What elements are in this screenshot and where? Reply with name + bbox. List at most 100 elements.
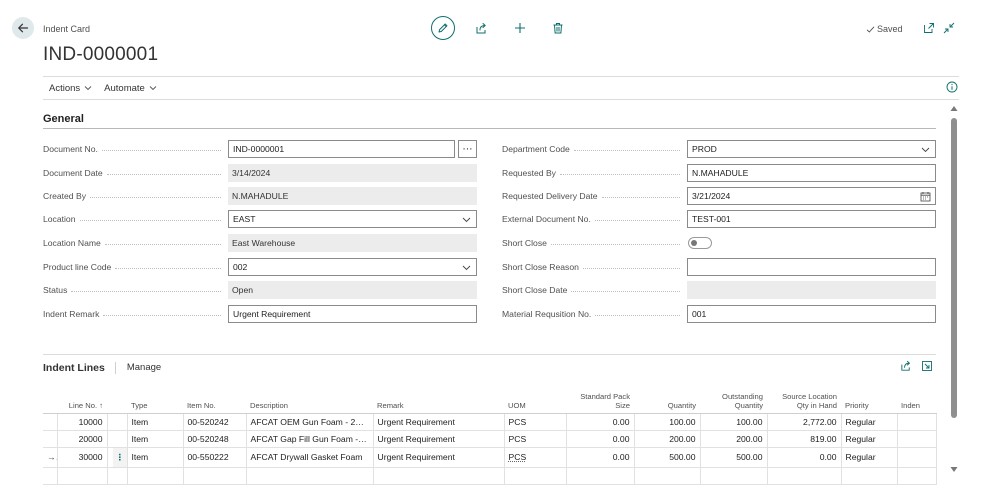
external-document-no-label: External Document No. — [502, 214, 591, 224]
cell-uom[interactable]: PCS — [504, 413, 567, 431]
scroll-up-icon[interactable] — [950, 105, 958, 112]
created-by-label: Created By — [43, 191, 86, 201]
document-date-label-row: Document Date — [43, 164, 225, 182]
cell-remark[interactable]: Urgent Requirement — [373, 413, 505, 431]
cell-quantity[interactable]: 100.00 — [634, 413, 701, 431]
cell-uom[interactable]: PCS — [504, 447, 567, 468]
automate-menu[interactable]: Automate — [104, 83, 157, 94]
cell-remark[interactable]: Urgent Requirement — [373, 447, 505, 468]
material-requisition-no-input[interactable]: 001 — [687, 305, 936, 323]
outstanding-line1: Outstanding — [722, 391, 763, 401]
location-select[interactable]: EAST — [228, 210, 477, 228]
material-requisition-no-label: Material Requsition No. — [502, 309, 592, 319]
cell-description[interactable]: AFCAT OEM Gun Foam - 24oz ... — [246, 413, 374, 431]
indent-remark-input[interactable]: Urgent Requirement — [228, 305, 477, 323]
info-button[interactable] — [946, 81, 958, 93]
row-indicator-arrow-icon: → — [43, 447, 58, 468]
cell-description[interactable]: AFCAT Gap Fill Gun Foam - 24... — [246, 430, 374, 448]
edit-button[interactable] — [431, 16, 455, 40]
actions-menu[interactable]: Actions — [49, 83, 92, 94]
requested-delivery-date-input[interactable]: 3/21/2024 — [687, 187, 936, 205]
short-close-reason-label: Short Close Reason — [502, 262, 579, 272]
table-row-selected[interactable]: → 30000 ⋮ Item 00-550222 AFCAT Drywall G… — [43, 447, 937, 468]
share-button[interactable] — [474, 21, 488, 35]
cell-standard-pack-size[interactable]: 0.00 — [566, 413, 635, 431]
cell-type[interactable]: Item — [127, 447, 184, 468]
cell-standard-pack-size[interactable]: 0.00 — [566, 430, 635, 448]
cell-priority[interactable]: Regular — [841, 430, 898, 448]
column-header-type[interactable]: Type — [127, 389, 183, 414]
cell-qty-in-hand-link[interactable]: 819.00 — [767, 430, 842, 448]
column-header-standard-pack-size[interactable]: Standard Pack Size — [566, 389, 634, 414]
cell-remark[interactable]: Urgent Requirement — [373, 430, 505, 448]
column-header-uom[interactable]: UOM — [504, 389, 566, 414]
column-header-priority[interactable]: Priority — [841, 389, 897, 414]
trash-icon — [553, 23, 563, 34]
short-close-label: Short Close — [502, 238, 547, 248]
external-document-no-input[interactable]: TEST-001 — [687, 210, 936, 228]
cell-uom[interactable]: PCS — [504, 430, 567, 448]
cell-item-no[interactable]: 00-550222 — [183, 447, 247, 468]
breadcrumb: Indent Card — [43, 24, 91, 34]
manage-menu[interactable]: Manage — [127, 362, 161, 373]
cell-description[interactable]: AFCAT Drywall Gasket Foam — [246, 447, 374, 468]
back-button[interactable] — [12, 17, 34, 39]
open-in-new-icon — [924, 23, 934, 33]
cell-quantity[interactable]: 200.00 — [634, 430, 701, 448]
column-header-source-qty-in-hand[interactable]: Source Location Qty in Hand — [767, 389, 841, 414]
cell-standard-pack-size[interactable]: 0.00 — [566, 447, 635, 468]
source-line1: Source Location — [782, 391, 837, 401]
row-actions-button[interactable]: ⋮ — [113, 447, 128, 468]
department-code-label: Department Code — [502, 144, 570, 154]
actions-menu-label: Actions — [49, 82, 81, 94]
open-new-window-button[interactable] — [923, 22, 935, 34]
saved-label: Saved — [877, 24, 903, 34]
short-close-toggle[interactable] — [688, 237, 712, 249]
collapse-button[interactable] — [943, 22, 955, 34]
cell-priority[interactable]: Regular — [841, 447, 898, 468]
calendar-icon[interactable] — [920, 191, 931, 202]
column-header-indent[interactable]: Inden — [897, 389, 936, 414]
page-actions — [431, 16, 455, 40]
table-row[interactable]: 10000 Item 00-520242 AFCAT OEM Gun Foam … — [43, 413, 937, 431]
document-no-lookup-button[interactable]: ⋯ — [458, 140, 477, 158]
cell-line-no[interactable]: 20000 — [57, 430, 108, 448]
cell-quantity[interactable]: 500.00 — [634, 447, 701, 468]
cell-qty-in-hand-link[interactable]: 2,772.00 — [767, 413, 842, 431]
created-by-value: N.MAHADULE — [228, 187, 477, 205]
requested-delivery-date-label-row: Requested Delivery Date — [502, 187, 684, 205]
scroll-down-icon[interactable] — [950, 466, 958, 473]
column-header-line-no[interactable]: Line No. ↑ — [57, 389, 107, 414]
column-header-outstanding-quantity[interactable]: Outstanding Quantity — [700, 389, 767, 414]
source-line2: Qty in Hand — [796, 400, 837, 410]
table-row[interactable]: 20000 Item 00-520248 AFCAT Gap Fill Gun … — [43, 430, 937, 448]
column-header-remark[interactable]: Remark — [373, 389, 504, 414]
cell-line-no[interactable]: 10000 — [57, 413, 108, 431]
requested-by-input[interactable]: N.MAHADULE — [687, 164, 936, 182]
product-line-code-select[interactable]: 002 — [228, 258, 477, 276]
document-no-input[interactable]: IND-0000001 — [228, 140, 455, 158]
delete-button[interactable] — [551, 21, 565, 35]
cell-qty-in-hand-link[interactable]: 0.00 — [767, 447, 842, 468]
cell-type[interactable]: Item — [127, 413, 184, 431]
cell-item-no[interactable]: 00-520242 — [183, 413, 247, 431]
page-scrollbar[interactable] — [951, 118, 957, 418]
cell-priority[interactable]: Regular — [841, 413, 898, 431]
cell-item-no[interactable]: 00-520248 — [183, 430, 247, 448]
column-header-description[interactable]: Description — [246, 389, 373, 414]
column-header-quantity[interactable]: Quantity — [634, 389, 700, 414]
column-header-item-no[interactable]: Item No. — [183, 389, 246, 414]
indent-lines-header: Indent Lines Manage — [43, 354, 936, 380]
cell-type[interactable]: Item — [127, 430, 184, 448]
short-close-date-value — [687, 281, 936, 299]
short-close-reason-input[interactable] — [687, 258, 936, 276]
table-row-empty[interactable] — [43, 467, 937, 485]
new-button[interactable] — [513, 21, 527, 35]
cell-line-no[interactable]: 30000 — [57, 447, 108, 468]
automate-menu-label: Automate — [104, 82, 145, 94]
department-code-select[interactable]: PROD — [687, 140, 936, 158]
info-icon — [946, 81, 958, 93]
location-label: Location — [43, 214, 76, 224]
lines-share-button[interactable] — [900, 360, 912, 372]
lines-expand-button[interactable] — [921, 360, 933, 372]
